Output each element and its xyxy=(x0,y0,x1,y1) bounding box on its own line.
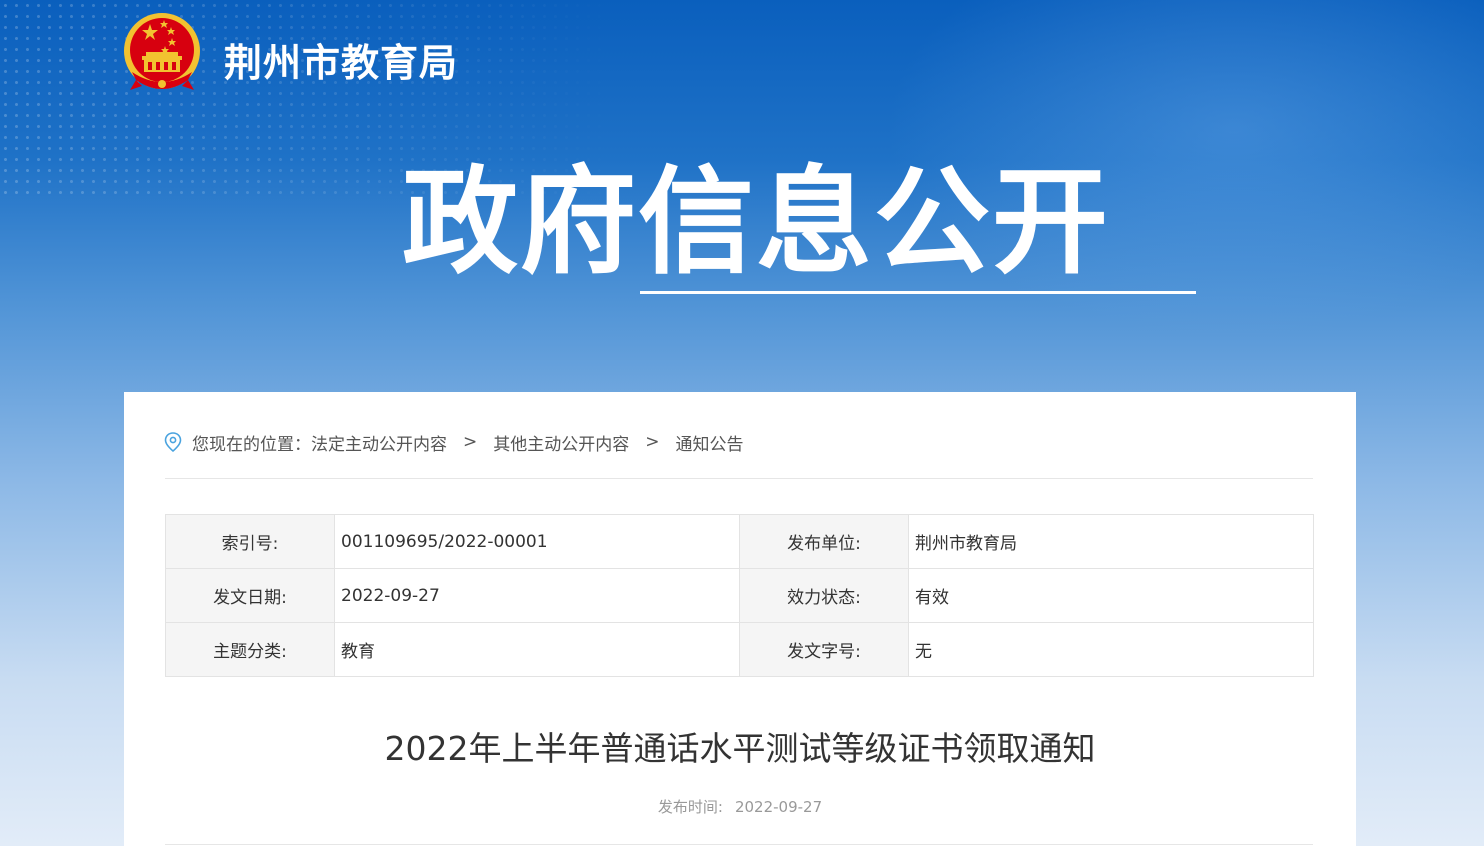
publish-time-value: 2022-09-27 xyxy=(734,798,823,816)
meta-row: 索引号: 001109695/2022-00001 发布单位: 荆州市教育局 xyxy=(165,514,1314,569)
breadcrumb-separator: > xyxy=(463,432,478,452)
meta-row: 发文日期: 2022-09-27 效力状态: 有效 xyxy=(165,568,1314,623)
breadcrumb-divider xyxy=(165,478,1313,479)
meta-value-issue-date: 2022-09-27 xyxy=(334,568,740,623)
article-title: 2022年上半年普通话水平测试等级证书领取通知 xyxy=(384,729,1096,768)
meta-value-index: 001109695/2022-00001 xyxy=(334,514,740,569)
meta-value-validity: 有效 xyxy=(908,568,1314,623)
meta-key-topic: 主题分类: xyxy=(165,622,335,677)
document-meta-table: 索引号: 001109695/2022-00001 发布单位: 荆州市教育局 发… xyxy=(165,514,1314,677)
meta-value-publisher: 荆州市教育局 xyxy=(908,514,1314,569)
meta-key-publisher: 发布单位: xyxy=(739,514,909,569)
meta-key-index: 索引号: xyxy=(165,514,335,569)
meta-key-doc-number: 发文字号: xyxy=(739,622,909,677)
site-name[interactable]: 荆州市教育局 xyxy=(224,32,458,87)
meta-value-topic: 教育 xyxy=(334,622,740,677)
page: 荆州市教育局 政府信息公开 您现在的位置： 法定主动公开内容 > 其他主动公开内… xyxy=(0,0,1484,846)
publish-time: 发布时间: 2022-09-27 xyxy=(124,796,1356,817)
content-card: 您现在的位置： 法定主动公开内容 > 其他主动公开内容 > 通知公告 索引号: … xyxy=(124,392,1356,846)
national-emblem-icon[interactable] xyxy=(122,10,202,96)
publish-time-label: 发布时间: xyxy=(657,798,723,816)
meta-key-validity: 效力状态: xyxy=(739,568,909,623)
hero-underline xyxy=(640,291,1196,294)
location-pin-icon xyxy=(164,432,182,452)
meta-value-doc-number: 无 xyxy=(908,622,1314,677)
breadcrumb-prefix: 您现在的位置： xyxy=(192,434,311,455)
breadcrumb-item-notices[interactable]: 通知公告 xyxy=(676,430,744,455)
breadcrumb-separator: > xyxy=(645,432,660,452)
hero-title: 政府信息公开 xyxy=(402,155,1110,290)
breadcrumb-item-other[interactable]: 其他主动公开内容 xyxy=(493,430,629,455)
title-divider xyxy=(165,844,1313,845)
meta-key-issue-date: 发文日期: xyxy=(165,568,335,623)
meta-row: 主题分类: 教育 发文字号: 无 xyxy=(165,622,1314,677)
breadcrumb-item-statutory[interactable]: 法定主动公开内容 xyxy=(311,430,447,455)
breadcrumb: 您现在的位置： 法定主动公开内容 > 其他主动公开内容 > 通知公告 xyxy=(164,430,744,455)
